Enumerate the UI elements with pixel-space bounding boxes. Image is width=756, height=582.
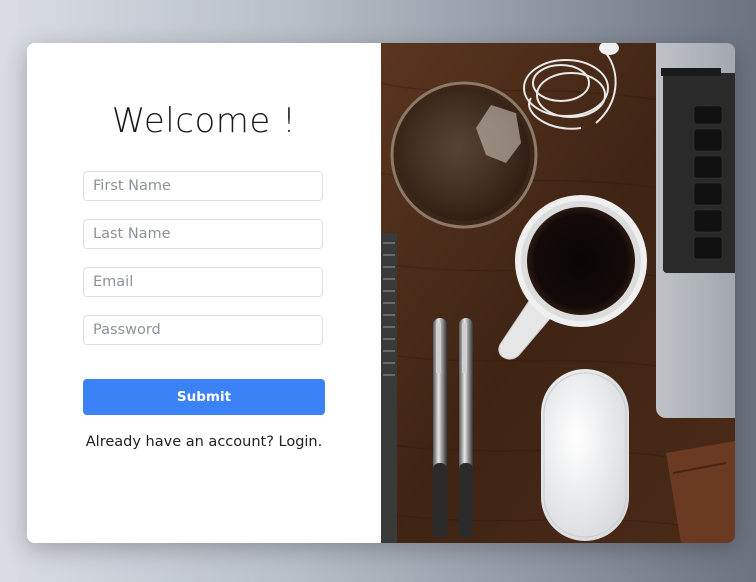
submit-button[interactable]: Submit bbox=[83, 379, 325, 415]
desk-photo-illustration bbox=[381, 43, 735, 543]
password-field[interactable] bbox=[83, 315, 323, 345]
hero-photo bbox=[381, 43, 735, 543]
login-prompt-text: Already have an account? bbox=[85, 434, 274, 450]
signup-card: Welcome ! Submit Already have an account… bbox=[27, 43, 735, 543]
form-panel: Welcome ! Submit Already have an account… bbox=[27, 43, 381, 543]
email-field[interactable] bbox=[83, 267, 323, 297]
last-name-field[interactable] bbox=[83, 219, 323, 249]
login-prompt: Already have an account? Login. bbox=[27, 434, 381, 450]
laptop bbox=[656, 43, 735, 418]
page-title: Welcome ! bbox=[111, 101, 297, 141]
computer-mouse bbox=[541, 369, 629, 541]
first-name-field[interactable] bbox=[83, 171, 323, 201]
login-link[interactable]: Login. bbox=[279, 434, 323, 450]
